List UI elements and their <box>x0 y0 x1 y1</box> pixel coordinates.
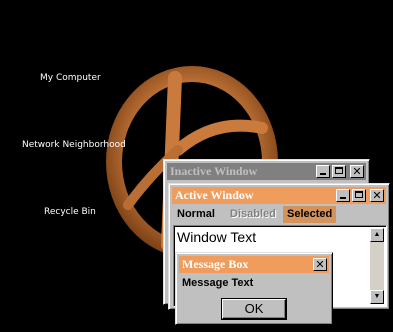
desktop-icon-network-neighborhood[interactable]: Network Neighborhood <box>22 140 126 150</box>
ok-button-label: OK <box>244 301 264 316</box>
maximize-button[interactable] <box>352 189 366 202</box>
message-text: Message Text <box>182 277 254 289</box>
inactive-window-title: Inactive Window <box>170 164 258 178</box>
message-box-titlebar[interactable]: Message Box ✕ <box>179 256 329 273</box>
scroll-up-arrow-icon: ▲ <box>373 231 381 238</box>
menu-item-normal[interactable]: Normal <box>173 206 219 223</box>
active-window-title: Active Window <box>175 188 254 202</box>
desktop-icon-label: My Computer <box>40 73 101 83</box>
close-button[interactable]: ✕ <box>313 258 327 271</box>
ok-button[interactable]: OK <box>222 299 286 319</box>
close-button[interactable]: ✕ <box>350 165 364 178</box>
active-window-titlebar[interactable]: Active Window ✕ <box>172 187 386 204</box>
minimize-icon <box>340 197 346 199</box>
menu-item-selected[interactable]: Selected <box>283 206 337 223</box>
scroll-down-arrow-icon: ▼ <box>373 293 381 300</box>
close-icon: ✕ <box>315 258 325 271</box>
desktop-icon-label: Network Neighborhood <box>22 140 126 150</box>
desktop-icon-recycle-bin[interactable]: Recycle Bin <box>44 207 96 217</box>
desktop-icon-my-computer[interactable]: My Computer <box>40 73 101 83</box>
scroll-up-button[interactable]: ▲ <box>370 228 384 242</box>
maximize-icon <box>355 191 363 198</box>
minimize-button[interactable] <box>336 189 350 202</box>
close-icon: ✕ <box>352 165 362 178</box>
message-box-title: Message Box <box>182 257 249 271</box>
minimize-button[interactable] <box>316 165 330 178</box>
minimize-icon <box>320 173 326 175</box>
maximize-button[interactable] <box>332 165 346 178</box>
window-text: Window Text <box>177 229 257 245</box>
message-box[interactable]: Message Box ✕ Message Text OK <box>175 252 333 325</box>
desktop-icon-label: Recycle Bin <box>44 207 96 217</box>
inactive-window-titlebar[interactable]: Inactive Window ✕ <box>167 163 366 180</box>
scroll-down-button[interactable]: ▼ <box>370 290 384 304</box>
menu-item-disabled: Disabled <box>230 208 276 220</box>
close-button[interactable]: ✕ <box>370 189 384 202</box>
maximize-icon <box>335 167 343 174</box>
close-icon: ✕ <box>372 189 382 202</box>
vertical-scrollbar[interactable]: ▲ ▼ <box>370 228 384 304</box>
